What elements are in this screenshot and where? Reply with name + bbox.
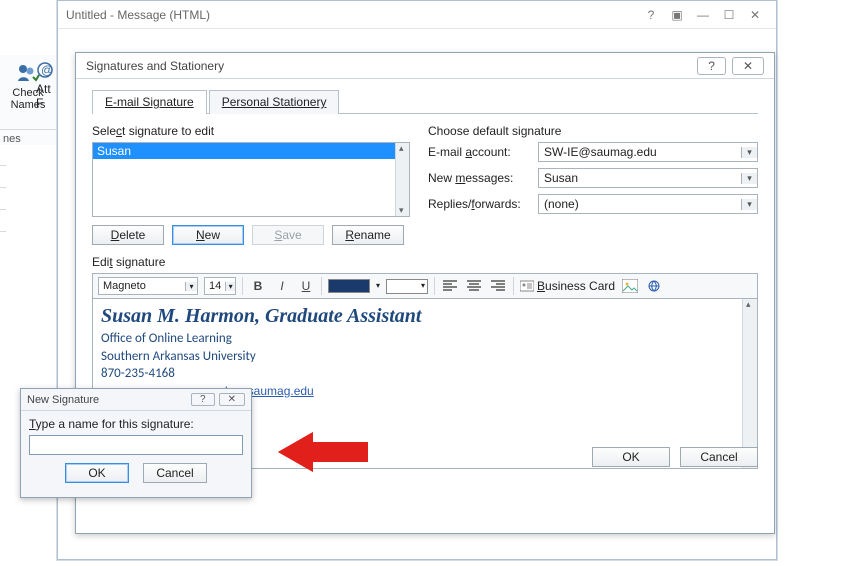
- editor-scrollbar[interactable]: [742, 299, 757, 468]
- dialog-title: Signatures and Stationery: [86, 59, 691, 73]
- bold-button[interactable]: B: [249, 277, 267, 295]
- red-arrow-annotation: [278, 427, 368, 480]
- signature-name-line: Susan M. Harmon, Graduate Assistant: [101, 305, 749, 328]
- align-right-button[interactable]: [489, 277, 507, 295]
- new-signature-close-button[interactable]: ✕: [219, 393, 245, 406]
- edit-signature-label: Edit signature: [92, 255, 758, 269]
- picture-button[interactable]: [621, 277, 639, 295]
- signature-line: Office of Online Learning: [101, 330, 749, 348]
- save-button: Save: [252, 225, 324, 245]
- new-signature-titlebar: New Signature ? ✕: [21, 389, 251, 411]
- list-item[interactable]: Susan: [93, 143, 395, 159]
- editor-toolbar: Magneto▾ 14▾ B I U ▾ ▾ Business Card: [92, 273, 758, 299]
- italic-button[interactable]: I: [273, 277, 291, 295]
- new-button[interactable]: New: [172, 225, 244, 245]
- new-messages-combo[interactable]: Susan▾: [538, 168, 758, 188]
- tab-personal-stationery[interactable]: Personal Stationery: [209, 90, 340, 114]
- hyperlink-button[interactable]: [645, 277, 663, 295]
- font-size-combo[interactable]: 14▾: [204, 277, 236, 295]
- select-signature-label: Select signature to edit: [92, 124, 410, 138]
- font-color-button[interactable]: ▾: [328, 279, 370, 293]
- new-messages-label: New messages:: [428, 171, 538, 185]
- new-signature-label: Type a name for this signature:: [29, 417, 243, 431]
- align-center-button[interactable]: [465, 277, 483, 295]
- defaults-header: Choose default signature: [428, 124, 758, 138]
- dialog-titlebar: Signatures and Stationery ? ✕: [76, 53, 774, 79]
- at-icon: @: [36, 61, 54, 79]
- signature-listbox[interactable]: Susan: [92, 142, 410, 217]
- message-titlebar: Untitled - Message (HTML) ? ▣ — ☐ ✕: [58, 1, 776, 29]
- dialog-help-button[interactable]: ?: [697, 57, 726, 75]
- account-combo[interactable]: SW-IE@saumag.edu▾: [538, 142, 758, 162]
- att-button[interactable]: @ Att F: [36, 61, 54, 110]
- signature-line: Southern Arkansas University: [101, 348, 749, 366]
- replies-combo[interactable]: (none)▾: [538, 194, 758, 214]
- new-signature-title: New Signature: [27, 394, 187, 406]
- close-icon[interactable]: ✕: [742, 8, 768, 22]
- highlight-color-button[interactable]: ▾: [386, 279, 428, 294]
- signature-line: 870-235-4168: [101, 365, 749, 383]
- svg-text:@: @: [41, 63, 53, 77]
- account-label: E-mail account:: [428, 145, 538, 159]
- new-signature-input[interactable]: [29, 435, 243, 455]
- new-signature-cancel-button[interactable]: Cancel: [143, 463, 207, 483]
- message-title: Untitled - Message (HTML): [66, 8, 638, 22]
- replies-label: Replies/forwards:: [428, 197, 538, 211]
- tab-email-signature[interactable]: E-mail Signature: [92, 90, 207, 114]
- new-signature-dialog: New Signature ? ✕ Type a name for this s…: [20, 388, 252, 498]
- font-combo[interactable]: Magneto▾: [98, 277, 198, 295]
- ribbon-fragment: Check Names @ Att F nes: [0, 55, 57, 145]
- dialog-cancel-button[interactable]: Cancel: [680, 447, 758, 467]
- dialog-tabs: E-mail Signature Personal Stationery: [92, 89, 758, 114]
- minimize-icon[interactable]: —: [690, 8, 716, 22]
- listbox-scrollbar[interactable]: [395, 143, 409, 216]
- dialog-ok-button[interactable]: OK: [592, 447, 670, 467]
- new-signature-help-button[interactable]: ?: [191, 393, 215, 406]
- delete-button[interactable]: Delete: [92, 225, 164, 245]
- dialog-close-button[interactable]: ✕: [732, 57, 764, 75]
- underline-button[interactable]: U: [297, 277, 315, 295]
- align-left-button[interactable]: [441, 277, 459, 295]
- help-icon[interactable]: ?: [638, 8, 664, 22]
- ribbon-toggle-icon[interactable]: ▣: [664, 8, 690, 22]
- new-signature-ok-button[interactable]: OK: [65, 463, 129, 483]
- rename-button[interactable]: Rename: [332, 225, 404, 245]
- maximize-icon[interactable]: ☐: [716, 8, 742, 22]
- business-card-button[interactable]: Business Card: [520, 279, 615, 293]
- ribbon-group-label: nes: [0, 129, 56, 145]
- business-card-icon: [520, 280, 534, 292]
